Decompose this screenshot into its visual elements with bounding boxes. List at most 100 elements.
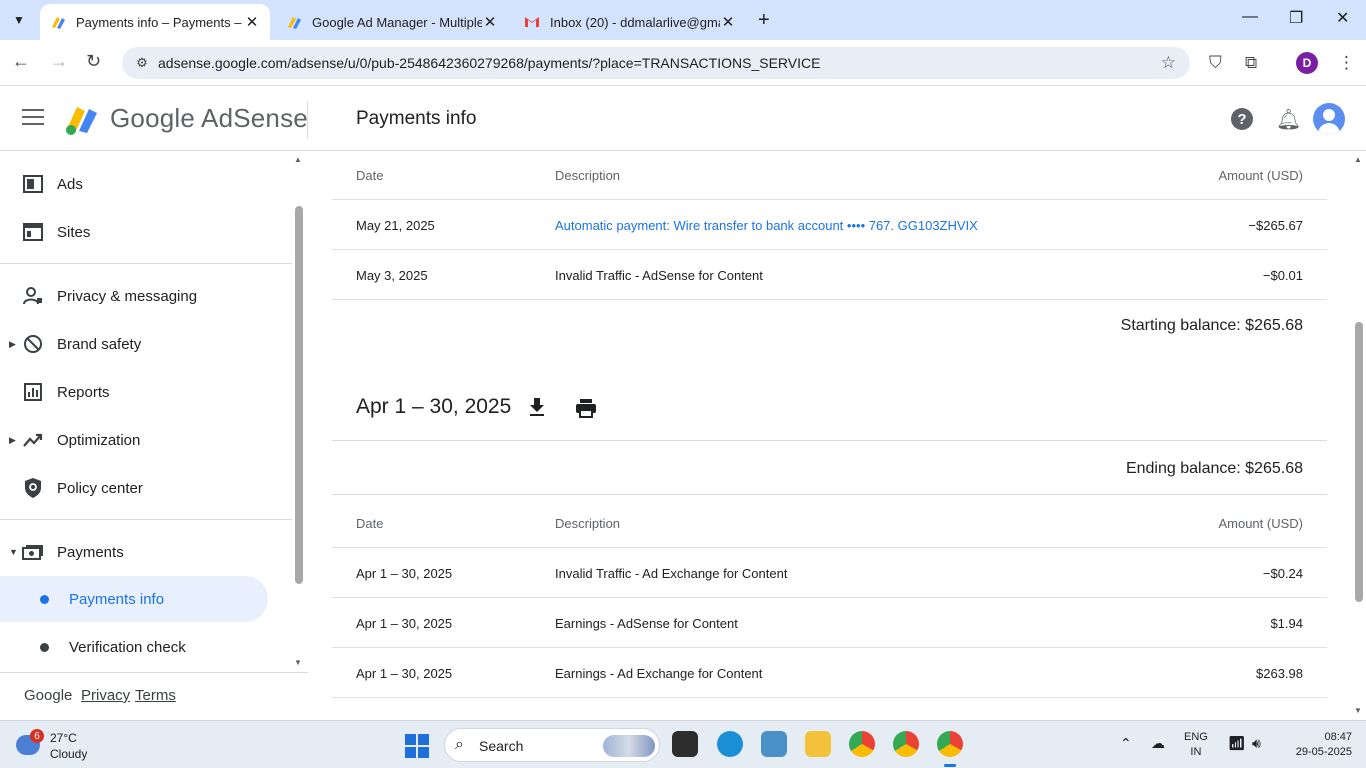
weather-widget[interactable]: 6 27°C Cloudy [16,729,126,763]
extensions-puzzle-icon[interactable]: ⧉ [1245,53,1257,73]
edge-browser-icon[interactable] [717,731,743,757]
expand-caret-icon[interactable]: ▶ [9,435,16,446]
expand-caret-icon[interactable]: ▶ [9,339,16,350]
sidebar-scrollbar[interactable]: ▲ ▼ [293,152,305,670]
minimize-icon[interactable]: — [1242,8,1258,26]
scroll-up-arrow-icon[interactable]: ▲ [1354,155,1362,164]
scroll-down-arrow-icon[interactable]: ▼ [294,658,302,667]
more-menu-icon[interactable]: ⋮ [1338,53,1355,73]
tab-gmail-inbox[interactable]: Inbox (20) - ddmalarlive@gmail ✕ [514,4,746,40]
control-panel-icon[interactable] [761,731,787,757]
amount-column-header: Amount (USD) [1218,168,1303,183]
input-language[interactable]: ENG IN [1184,730,1208,760]
amount-column-header: Amount (USD) [1218,516,1303,531]
close-tab-icon[interactable]: ✕ [482,13,498,31]
sidebar-item-label: Policy center [57,479,143,497]
reload-icon[interactable]: ↻ [86,51,101,72]
row-date: Apr 1 – 30, 2025 [356,616,453,631]
tray-overflow-chevron-icon[interactable]: ⌃ [1120,735,1132,752]
tab-search-chevron-icon[interactable]: ▼ [6,8,32,32]
block-icon [22,333,44,355]
description-column-header: Description [555,168,621,183]
sidebar-scroll-thumb[interactable] [295,206,303,584]
notifications-bell-icon[interactable]: 🔔︎ [1276,107,1301,132]
row-description: Earnings - Ad Exchange for Content [555,666,763,681]
file-explorer-icon[interactable] [805,731,831,757]
sidebar-item-payments-info[interactable]: Payments info [0,576,268,622]
date-column-header: Date [356,168,384,183]
download-icon[interactable] [528,397,546,423]
chrome-profile-1-icon[interactable] [849,731,875,757]
sidebar-sub-label: Verification check [69,638,186,656]
sidebar-item-sites[interactable]: Sites [0,212,292,252]
tab-title: Payments info – Payments – Go [76,14,244,30]
close-tab-icon[interactable]: ✕ [720,13,736,31]
windows-start-icon[interactable] [405,734,429,758]
brand-name: Google AdSense [110,103,308,133]
sidebar-item-privacy-messaging[interactable]: Privacy & messaging [0,276,292,316]
system-clock[interactable]: 08:47 29-05-2025 [1292,730,1352,760]
tab-title: Inbox (20) - ddmalarlive@gmail [550,14,720,30]
table-row: Apr 1 – 30, 2025 Earnings - AdSense for … [332,598,1327,648]
gmail-favicon-icon [525,17,539,27]
task-view-icon[interactable] [672,731,698,757]
new-tab-plus-icon[interactable]: + [758,9,770,32]
bookmark-star-icon[interactable]: ☆ [1161,53,1176,73]
dot-icon [40,642,49,652]
row-date: May 21, 2025 [356,218,435,233]
back-arrow-icon[interactable]: ← [12,51,30,72]
sidebar-item-label: Payments [57,543,124,561]
onedrive-cloud-icon[interactable]: ☁ [1151,735,1165,752]
ending-balance: Ending balance: $265.68 [1125,460,1303,477]
address-bar[interactable]: ⚙ adsense.google.com/adsense/u/0/pub-254… [122,47,1190,79]
row-date: Apr 1 – 30, 2025 [356,666,453,681]
sidebar-item-label: Optimization [57,431,141,449]
page-title: Payments info [356,108,477,129]
app-header: Google AdSense Payments info ? 🔔︎ [0,87,1366,151]
help-icon[interactable]: ? [1231,108,1253,130]
clock-date: 29-05-2025 [1295,746,1352,758]
wifi-icon[interactable]: 📶︎ [1228,735,1246,752]
scroll-up-arrow-icon[interactable]: ▲ [294,155,302,164]
close-window-icon[interactable]: ✕ [1336,8,1349,28]
sidebar-item-policy-center[interactable]: Policy center [0,468,292,508]
chrome-profile-active-icon[interactable] [937,731,963,767]
privacy-person-icon [22,285,44,307]
sidebar-item-label: Sites [57,223,91,241]
sidebar-item-label: Privacy & messaging [57,287,198,305]
weather-condition: Cloudy [50,747,88,761]
sidebar-item-verification-check[interactable]: Verification check [0,624,268,670]
sidebar-nav: Ads Sites Privacy & messaging ▶ Brand sa… [0,152,308,718]
sidebar-item-ads[interactable]: Ads [0,164,292,204]
row-date: May 3, 2025 [356,268,428,283]
tab-ad-manager[interactable]: Google Ad Manager - Multiple ✕ [276,4,508,40]
collapse-caret-icon[interactable]: ▼ [9,547,18,557]
browser-profile-avatar[interactable]: D [1296,52,1318,74]
payment-detail-link[interactable]: Automatic payment: Wire transfer to bank… [555,218,978,233]
account-avatar[interactable] [1313,103,1345,135]
footer-privacy-link[interactable]: Privacy [81,687,130,704]
volume-icon[interactable]: 🔊︎ [1252,735,1261,752]
period-title: Apr 1 – 30, 2025 [356,395,512,418]
url-text[interactable]: adsense.google.com/adsense/u/0/pub-25486… [158,55,820,71]
tab-title: Google Ad Manager - Multiple [312,14,482,30]
main-menu-icon[interactable] [22,109,44,127]
main-scrollbar[interactable]: ▲ ▼ [1352,152,1366,718]
forward-arrow-icon[interactable]: → [50,51,68,72]
taskbar-search-box[interactable]: ⌕ Search [444,728,660,762]
sidebar-item-optimization[interactable]: ▶ Optimization [0,420,292,460]
chrome-profile-2-icon[interactable] [893,731,919,757]
sites-icon [22,221,44,243]
close-tab-icon[interactable]: ✕ [244,13,260,31]
print-icon[interactable] [575,398,597,424]
shield-extension-icon[interactable]: ⛉ [1209,53,1222,73]
main-scroll-thumb[interactable] [1355,322,1363,602]
sidebar-item-payments[interactable]: ▼ Payments [0,532,292,572]
sidebar-item-reports[interactable]: Reports [0,372,292,412]
tab-payments-info[interactable]: Payments info – Payments – Go ✕ [40,4,270,40]
footer-terms-link[interactable]: Terms [135,687,176,704]
restore-icon[interactable]: ❐ [1289,8,1303,28]
sidebar-item-brand-safety[interactable]: ▶ Brand safety [0,324,292,364]
scroll-down-arrow-icon[interactable]: ▼ [1354,706,1362,715]
site-info-icon[interactable]: ⚙ [128,55,156,71]
